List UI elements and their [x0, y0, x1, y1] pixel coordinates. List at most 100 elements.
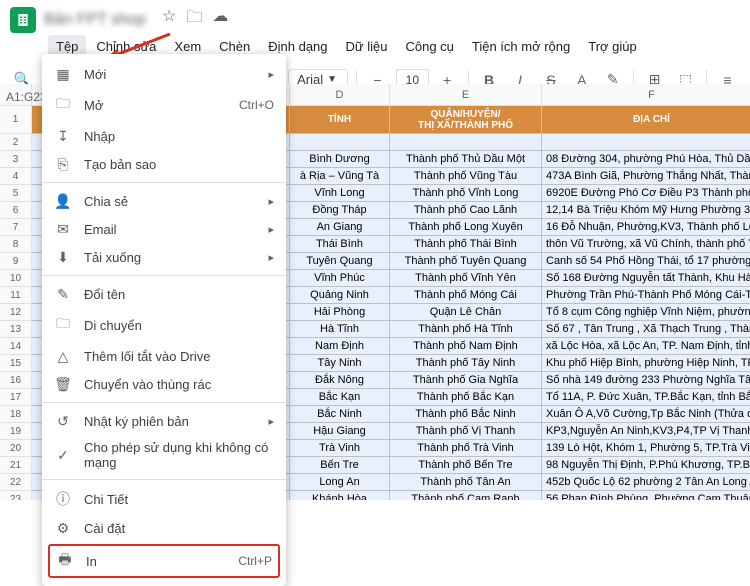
- table-cell[interactable]: Thành phố Vĩnh Long: [390, 185, 542, 202]
- table-cell[interactable]: Thành phố Hà Tĩnh: [390, 321, 542, 338]
- menu-share[interactable]: 👤Chia sẻ▸: [42, 187, 286, 215]
- menu-open[interactable]: 🗀MởCtrl+O: [42, 88, 286, 122]
- table-cell[interactable]: 98 Nguyễn Thị Định, P.Phú Khương, TP.Bến…: [542, 457, 750, 474]
- menu-download[interactable]: ⬇Tải xuống▸: [42, 243, 286, 271]
- row-header[interactable]: 9: [0, 253, 32, 270]
- table-cell[interactable]: 56 Phan Đình Phùng, Phường Cam Thuận , T…: [542, 491, 750, 500]
- table-cell[interactable]: Thành phố Tân An: [390, 474, 542, 491]
- star-icon[interactable]: ☆: [162, 6, 176, 33]
- menu-import[interactable]: ↧Nhập: [42, 122, 286, 150]
- menu-copy[interactable]: ⎘Tạo bản sao: [42, 150, 286, 178]
- row-header[interactable]: 20: [0, 440, 32, 457]
- table-cell[interactable]: Thành phố Long Xuyên: [390, 219, 542, 236]
- table-header[interactable]: ĐỊA CHỈ: [542, 106, 750, 134]
- menu-details[interactable]: ⓘChi Tiết: [42, 484, 286, 514]
- table-cell[interactable]: KP3,Nguyễn An Ninh,KV3,P4,TP Vị Thanh: [542, 423, 750, 440]
- row-header[interactable]: 14: [0, 338, 32, 355]
- row-header[interactable]: 3: [0, 151, 32, 168]
- table-cell[interactable]: Bắc Kạn: [290, 389, 390, 406]
- folder-icon[interactable]: 🗀: [186, 6, 202, 33]
- row-header[interactable]: 17: [0, 389, 32, 406]
- menu-help[interactable]: Trợ giúp: [580, 35, 645, 58]
- table-cell[interactable]: Số nhà 149 đường 233 Phường Nghĩa Tân , …: [542, 372, 750, 389]
- table-cell[interactable]: Hậu Giang: [290, 423, 390, 440]
- table-cell[interactable]: Thành phố Bắc Ninh: [390, 406, 542, 423]
- table-cell[interactable]: Thành phố Vũng Tàu: [390, 168, 542, 185]
- menu-email[interactable]: ✉Email▸: [42, 215, 286, 243]
- table-cell[interactable]: Thành phố Nam Định: [390, 338, 542, 355]
- table-cell[interactable]: à Rịa – Vũng Tà: [290, 168, 390, 185]
- table-cell[interactable]: Thành phố Bến Tre: [390, 457, 542, 474]
- table-cell[interactable]: Hà Tĩnh: [290, 321, 390, 338]
- menu-move[interactable]: 🗀Di chuyển: [42, 308, 286, 342]
- menu-settings[interactable]: ⚙Cài đặt: [42, 514, 286, 542]
- row-header[interactable]: 19: [0, 423, 32, 440]
- row-header[interactable]: 8: [0, 236, 32, 253]
- col-header[interactable]: D: [290, 84, 390, 106]
- table-cell[interactable]: Khu phố Hiệp Bình, phường Hiệp Ninh, TP.…: [542, 355, 750, 372]
- table-cell[interactable]: Thành phố Cam Ranh: [390, 491, 542, 500]
- table-cell[interactable]: 452b Quốc Lộ 62 phường 2 Tân An Long An: [542, 474, 750, 491]
- table-cell[interactable]: Bến Tre: [290, 457, 390, 474]
- table-cell[interactable]: Đồng Tháp: [290, 202, 390, 219]
- table-cell[interactable]: Thành phố Tuyên Quang: [390, 253, 542, 270]
- table-cell[interactable]: Xuân Ô A,Võ Cường,Tp Bắc Ninh (Thửa đất …: [542, 406, 750, 423]
- row-header[interactable]: 11: [0, 287, 32, 304]
- table-cell[interactable]: Thành phố Vị Thanh: [390, 423, 542, 440]
- menu-data[interactable]: Dữ liệu: [338, 35, 396, 58]
- table-cell[interactable]: Thành phố Cao Lãnh: [390, 202, 542, 219]
- row-header[interactable]: 6: [0, 202, 32, 219]
- row-header[interactable]: 16: [0, 372, 32, 389]
- row-header[interactable]: 10: [0, 270, 32, 287]
- table-cell[interactable]: Bình Dương: [290, 151, 390, 168]
- cloud-icon[interactable]: ☁: [212, 6, 228, 33]
- row-header[interactable]: 23: [0, 491, 32, 500]
- menu-shortcut[interactable]: △Thêm lối tắt vào Drive: [42, 342, 286, 370]
- menu-rename[interactable]: ✎Đổi tên: [42, 280, 286, 308]
- menu-extensions[interactable]: Tiện ích mở rộng: [464, 35, 578, 58]
- table-cell[interactable]: Thành phố Tây Ninh: [390, 355, 542, 372]
- table-cell[interactable]: Trà Vinh: [290, 440, 390, 457]
- table-cell[interactable]: 6920E Đường Phó Cơ Điều P3 Thành phố Vĩn…: [542, 185, 750, 202]
- table-cell[interactable]: An Giang: [290, 219, 390, 236]
- table-cell[interactable]: Tổ 11A, P. Đức Xuân, TP.Bắc Kạn, tỉnh Bắ…: [542, 389, 750, 406]
- table-cell[interactable]: Hải Phòng: [290, 304, 390, 321]
- table-cell[interactable]: Thành phố Thái Bình: [390, 236, 542, 253]
- row-header[interactable]: 4: [0, 168, 32, 185]
- table-header[interactable]: TỈNH: [290, 106, 390, 134]
- table-cell[interactable]: 08 Đường 304, phường Phú Hòa, Thủ Dầu Mộ…: [542, 151, 750, 168]
- table-cell[interactable]: Bắc Ninh: [290, 406, 390, 423]
- table-header[interactable]: QUẬN/HUYỆN/THỊ XÃ/THÀNH PHỐ: [390, 106, 542, 134]
- table-cell[interactable]: Thành phố Thủ Dầu Một: [390, 151, 542, 168]
- menu-offline[interactable]: ✓Cho phép sử dụng khi không có mạng: [42, 435, 286, 475]
- row-header[interactable]: 18: [0, 406, 32, 423]
- table-cell[interactable]: 139 Lò Hột, Khóm 1, Phường 5, TP.Trà Vin…: [542, 440, 750, 457]
- table-cell[interactable]: Đắk Nông: [290, 372, 390, 389]
- doc-title[interactable]: Bản FPT shop: [44, 11, 146, 29]
- table-cell[interactable]: Quận Lê Chân: [390, 304, 542, 321]
- table-cell[interactable]: Tổ 8 cụm Công nghiệp Vĩnh Niệm, phường V…: [542, 304, 750, 321]
- row-header[interactable]: 7: [0, 219, 32, 236]
- name-box[interactable]: A1:G23: [4, 88, 46, 106]
- table-cell[interactable]: Thành phố Móng Cái: [390, 287, 542, 304]
- table-cell[interactable]: Vĩnh Long: [290, 185, 390, 202]
- table-cell[interactable]: xã Lộc Hòa, xã Lộc An, TP. Nam Định, tỉn…: [542, 338, 750, 355]
- table-cell[interactable]: 12,14 Bà Triệu Khóm Mỹ Hưng Phường 3 , T…: [542, 202, 750, 219]
- menu-tools[interactable]: Công cụ: [397, 35, 461, 58]
- col-header[interactable]: E: [390, 84, 542, 106]
- menu-trash[interactable]: 🗑Chuyển vào thùng rác: [42, 370, 286, 398]
- row-header[interactable]: 12: [0, 304, 32, 321]
- row-header[interactable]: 5: [0, 185, 32, 202]
- row-header[interactable]: 15: [0, 355, 32, 372]
- table-cell[interactable]: Vĩnh Phúc: [290, 270, 390, 287]
- table-cell[interactable]: Tuyên Quang: [290, 253, 390, 270]
- table-cell[interactable]: Tây Ninh: [290, 355, 390, 372]
- table-cell[interactable]: Phường Trần Phú-Thành Phố Móng Cái-Tỉnh …: [542, 287, 750, 304]
- table-cell[interactable]: Số 168 Đường Nguyễn tất Thành, Khu Hành …: [542, 270, 750, 287]
- table-cell[interactable]: Thành phố Trà Vinh: [390, 440, 542, 457]
- table-cell[interactable]: 473A Bình Giã, Phường Thắng Nhất, Thành …: [542, 168, 750, 185]
- row-header[interactable]: 13: [0, 321, 32, 338]
- row-header[interactable]: 21: [0, 457, 32, 474]
- table-cell[interactable]: Thành phố Vĩnh Yên: [390, 270, 542, 287]
- col-header[interactable]: F: [542, 84, 750, 106]
